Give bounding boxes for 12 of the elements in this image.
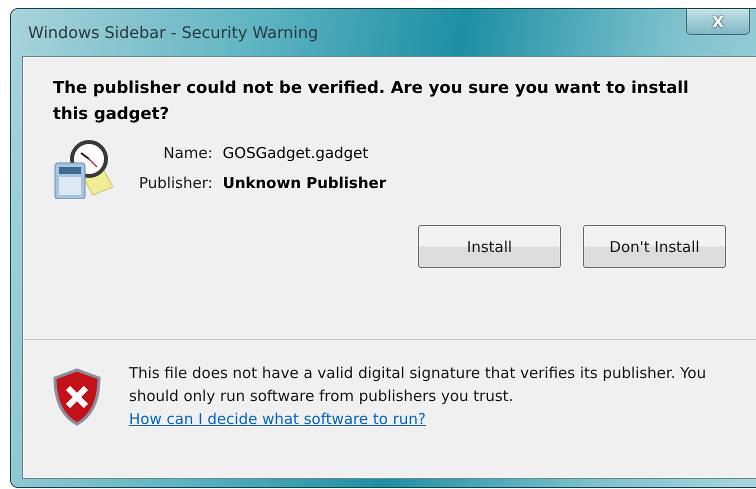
field-label: Publisher: <box>139 174 213 192</box>
help-link[interactable]: How can I decide what software to run? <box>129 410 426 428</box>
field-value: GOSGadget.gadget <box>222 144 370 162</box>
shield-error-icon <box>53 368 101 426</box>
field-label: Name: <box>162 144 213 162</box>
install-button[interactable]: Install <box>418 225 561 268</box>
window-title: Windows Sidebar - Security Warning <box>27 23 318 42</box>
field-value: Unknown Publisher <box>222 174 386 192</box>
warning-heading: The publisher could not be verified. Are you sure you want to install this gadget? <box>53 77 690 125</box>
cancel-button[interactable]: Don't Install <box>583 225 726 268</box>
signature-warning-text: This file does not have a valid digital signature that verifies its publisher. You should only run software from publishers you trust. How can I decide what software to run? <box>129 363 708 430</box>
gadget-icon <box>53 137 113 199</box>
